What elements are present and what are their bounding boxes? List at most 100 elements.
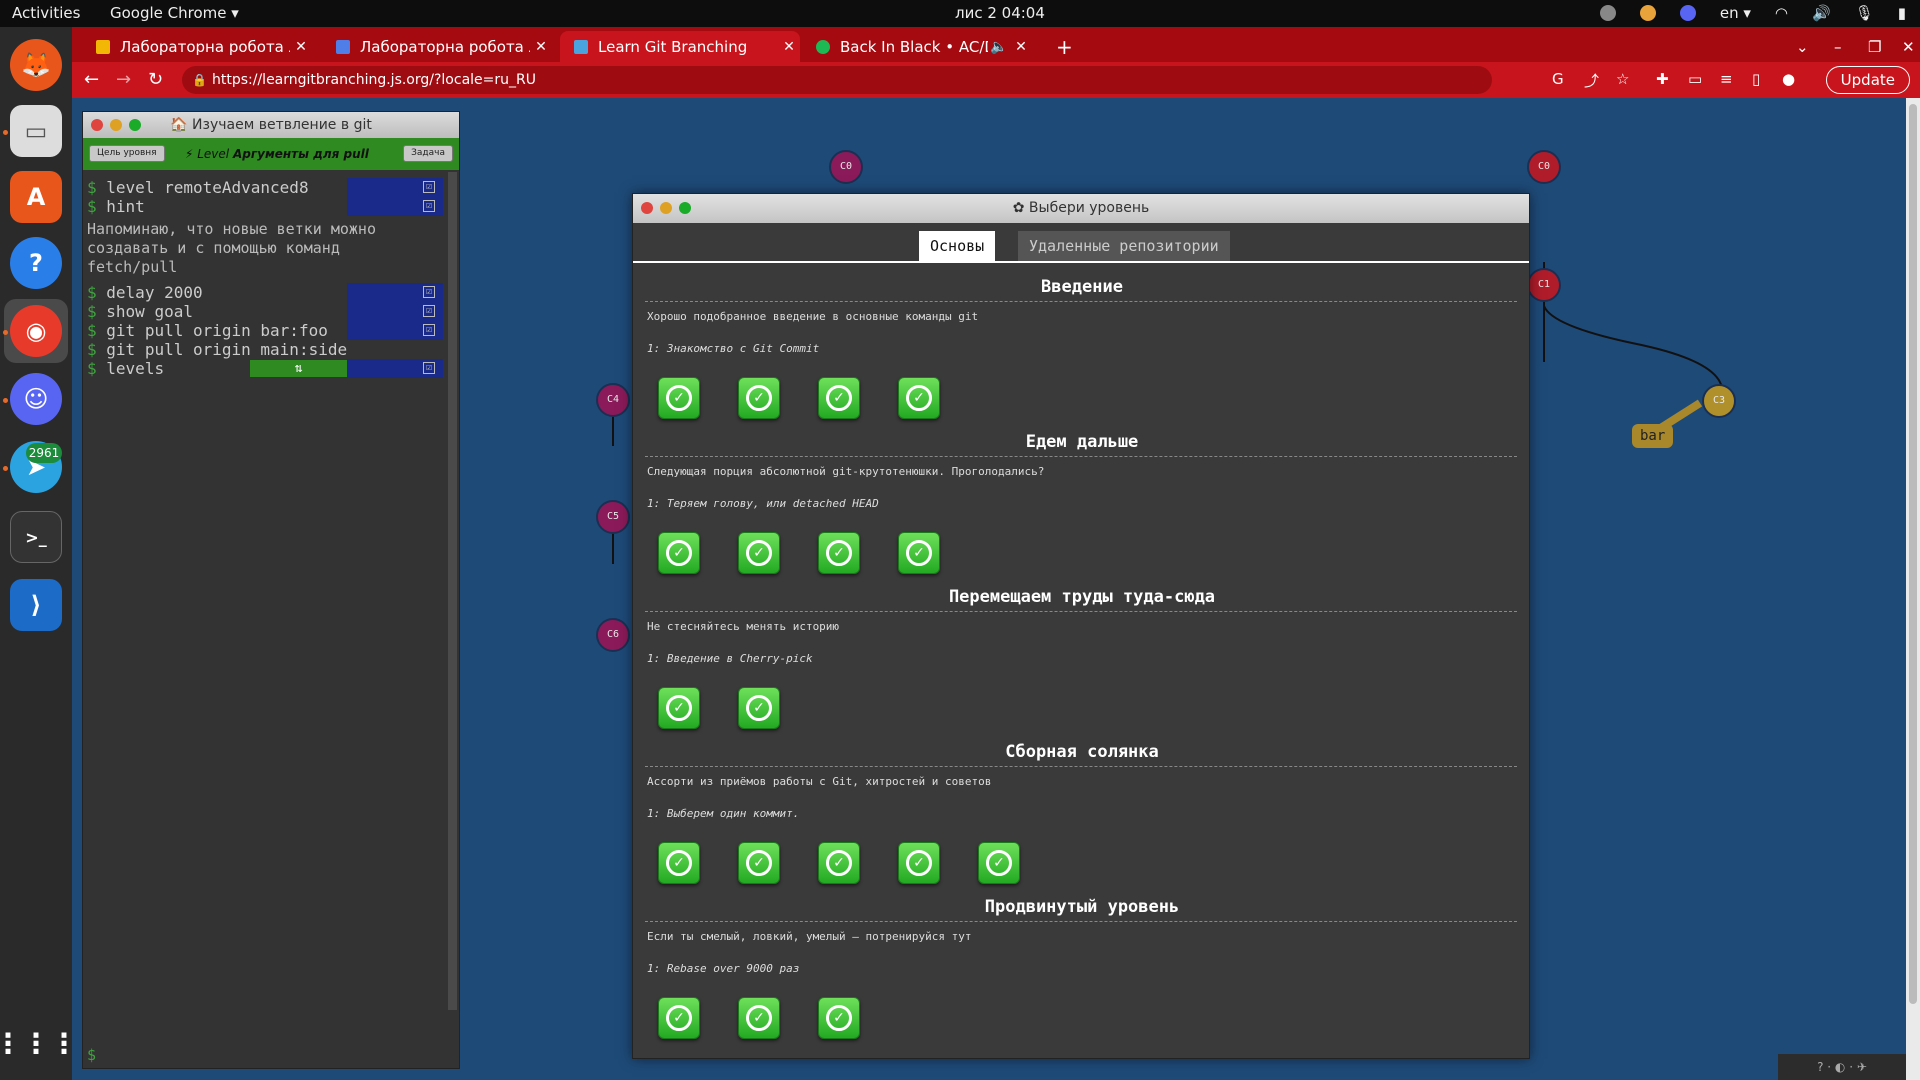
close-tab-icon[interactable]: ✕ bbox=[290, 39, 312, 55]
maximize-dot-icon[interactable] bbox=[129, 119, 141, 131]
level-button-completed[interactable]: ✓ bbox=[978, 842, 1020, 884]
tab-lab-2[interactable]: Лабораторна робота № ✕ bbox=[322, 31, 552, 62]
commit-node[interactable]: C6 bbox=[596, 618, 630, 652]
commit-node[interactable]: C0 bbox=[829, 150, 863, 184]
system-tray[interactable]: en ▾ ◠ 🔊 🎙 ▮ bbox=[1599, 4, 1906, 22]
scrollbar-thumb[interactable] bbox=[1909, 104, 1917, 1004]
close-tab-icon[interactable]: ✕ bbox=[778, 39, 800, 55]
vscode-icon[interactable]: ⟩ bbox=[10, 579, 62, 631]
command-line: $ level remoteAdvanced8 ☑ bbox=[83, 178, 459, 197]
checkmark-icon: ✓ bbox=[666, 385, 692, 411]
level-button-completed[interactable]: ✓ bbox=[658, 687, 700, 729]
tab-learn-git-branching[interactable]: Learn Git Branching ✕ bbox=[560, 31, 800, 62]
commit-node[interactable]: C4 bbox=[596, 383, 630, 417]
goal-button[interactable]: Цель уровня bbox=[89, 145, 165, 162]
battery-icon[interactable]: ▮ bbox=[1898, 4, 1906, 22]
level-button-completed[interactable]: ✓ bbox=[818, 532, 860, 574]
extensions-icon[interactable]: ✚ bbox=[1656, 70, 1669, 88]
minimize-dot-icon[interactable] bbox=[660, 202, 672, 214]
side-panel-icon[interactable]: ▯ bbox=[1752, 70, 1760, 88]
commit-node[interactable]: C5 bbox=[596, 500, 630, 534]
branch-label-bar[interactable]: bar bbox=[1632, 424, 1674, 448]
clock[interactable]: лис 2 04:04 bbox=[955, 4, 1045, 22]
back-icon[interactable]: ← bbox=[84, 69, 99, 90]
level-button-completed[interactable]: ✓ bbox=[898, 842, 940, 884]
window-controls bbox=[641, 202, 691, 214]
media-icon[interactable]: ≡ bbox=[1720, 70, 1733, 88]
level-button-completed[interactable]: ✓ bbox=[658, 532, 700, 574]
firefox-icon[interactable]: 🦊 bbox=[10, 39, 62, 91]
level-button-completed[interactable]: ✓ bbox=[658, 377, 700, 419]
task-button[interactable]: Задача bbox=[403, 145, 453, 162]
keyboard-layout[interactable]: en ▾ bbox=[1720, 4, 1751, 22]
commit-node[interactable]: C0 bbox=[1527, 150, 1561, 184]
new-tab-button[interactable]: + bbox=[1042, 31, 1073, 62]
level-button-completed[interactable]: ✓ bbox=[818, 842, 860, 884]
restore-icon[interactable]: ❐ bbox=[1854, 31, 1884, 62]
volume-icon[interactable]: 🔊 bbox=[1812, 4, 1831, 22]
level-button-completed[interactable]: ✓ bbox=[738, 842, 780, 884]
level-button-completed[interactable]: ✓ bbox=[738, 377, 780, 419]
update-button[interactable]: Update bbox=[1825, 66, 1910, 94]
dock: 🦊 ▭ A ? ◉ ☺ ➤ 2961 >_ ⟩ ⋮⋮⋮ bbox=[0, 27, 78, 1080]
cast-icon[interactable]: ▭ bbox=[1688, 70, 1702, 88]
close-dot-icon[interactable] bbox=[641, 202, 653, 214]
help-bar[interactable]: ? · ◐ · ✈ bbox=[1778, 1054, 1906, 1080]
google-lens-icon[interactable]: G bbox=[1552, 70, 1564, 88]
command-input[interactable]: $ bbox=[87, 1046, 96, 1064]
prompt-symbol: $ bbox=[87, 302, 97, 321]
files-icon[interactable]: ▭ bbox=[10, 105, 62, 157]
check-icon: ☑ bbox=[423, 181, 435, 193]
minimize-dot-icon[interactable] bbox=[110, 119, 122, 131]
running-indicator bbox=[3, 466, 8, 471]
level-button-completed[interactable]: ✓ bbox=[898, 532, 940, 574]
chrome-tray-icon[interactable] bbox=[1639, 5, 1656, 21]
discord-tray-icon[interactable] bbox=[1679, 5, 1696, 21]
reload-icon[interactable]: ↻ bbox=[148, 69, 163, 90]
sync-icon: ⇅ bbox=[250, 360, 347, 377]
tab-remote[interactable]: Удаленные репозитории bbox=[1018, 231, 1230, 261]
url-bar[interactable]: 🔒 https://learngitbranching.js.org/?loca… bbox=[182, 66, 1492, 94]
level-button-completed[interactable]: ✓ bbox=[818, 377, 860, 419]
terminal-scrollbar[interactable] bbox=[448, 172, 457, 1010]
page-scrollbar[interactable] bbox=[1906, 98, 1920, 1080]
wifi-icon[interactable]: ◠ bbox=[1775, 4, 1788, 22]
level-button-completed[interactable]: ✓ bbox=[738, 532, 780, 574]
commit-node[interactable]: C1 bbox=[1527, 268, 1561, 302]
close-tab-icon[interactable]: ✕ bbox=[530, 39, 552, 55]
activities-button[interactable]: Activities bbox=[12, 4, 80, 22]
microphone-icon[interactable]: 🎙 bbox=[1855, 4, 1874, 22]
maximize-dot-icon[interactable] bbox=[679, 202, 691, 214]
close-dot-icon[interactable] bbox=[91, 119, 103, 131]
level-button-completed[interactable]: ✓ bbox=[658, 997, 700, 1039]
tab-basics[interactable]: Основы bbox=[919, 231, 996, 261]
mute-tab-icon[interactable]: 🔈 bbox=[988, 39, 1010, 55]
commit-node[interactable]: C3 bbox=[1702, 384, 1736, 418]
show-apps-icon[interactable]: ⋮⋮⋮ bbox=[0, 1017, 78, 1069]
bookmark-star-icon[interactable]: ☆ bbox=[1616, 70, 1629, 88]
forward-icon[interactable]: → bbox=[116, 69, 131, 90]
terminal-icon[interactable]: >_ bbox=[10, 511, 62, 563]
level-button-completed[interactable]: ✓ bbox=[738, 687, 780, 729]
indicator-icon[interactable] bbox=[1599, 5, 1616, 21]
level-button-completed[interactable]: ✓ bbox=[818, 997, 860, 1039]
app-menu-chrome[interactable]: Google Chrome ▾ bbox=[110, 4, 239, 22]
tab-search-icon[interactable]: ⌄ bbox=[1782, 31, 1812, 62]
minimize-icon[interactable]: – bbox=[1820, 31, 1850, 62]
chrome-icon[interactable]: ◉ bbox=[10, 305, 62, 357]
sequence-description: Ассорти из приёмов работы с Git, хитрост… bbox=[647, 775, 992, 788]
discord-icon[interactable]: ☺ bbox=[10, 373, 62, 425]
checkmark-icon: ✓ bbox=[746, 1005, 772, 1031]
share-icon[interactable]: ⤴ bbox=[1584, 70, 1599, 91]
help-icon[interactable]: ? bbox=[10, 237, 62, 289]
close-window-icon[interactable]: ✕ bbox=[1888, 31, 1918, 62]
level-button-completed[interactable]: ✓ bbox=[738, 997, 780, 1039]
profile-avatar[interactable]: ● bbox=[1782, 70, 1795, 88]
level-button-completed[interactable]: ✓ bbox=[658, 842, 700, 884]
close-tab-icon[interactable]: ✕ bbox=[1010, 39, 1032, 55]
tab-lab-1[interactable]: Лабораторна робота № ✕ bbox=[82, 31, 312, 62]
app-center-icon[interactable]: A bbox=[10, 171, 62, 223]
command-line: ⇅ $ levels ☑ bbox=[83, 359, 459, 378]
tab-spotify[interactable]: Back In Black • AC/DC 🔈 ✕ bbox=[802, 31, 1032, 62]
level-button-completed[interactable]: ✓ bbox=[898, 377, 940, 419]
